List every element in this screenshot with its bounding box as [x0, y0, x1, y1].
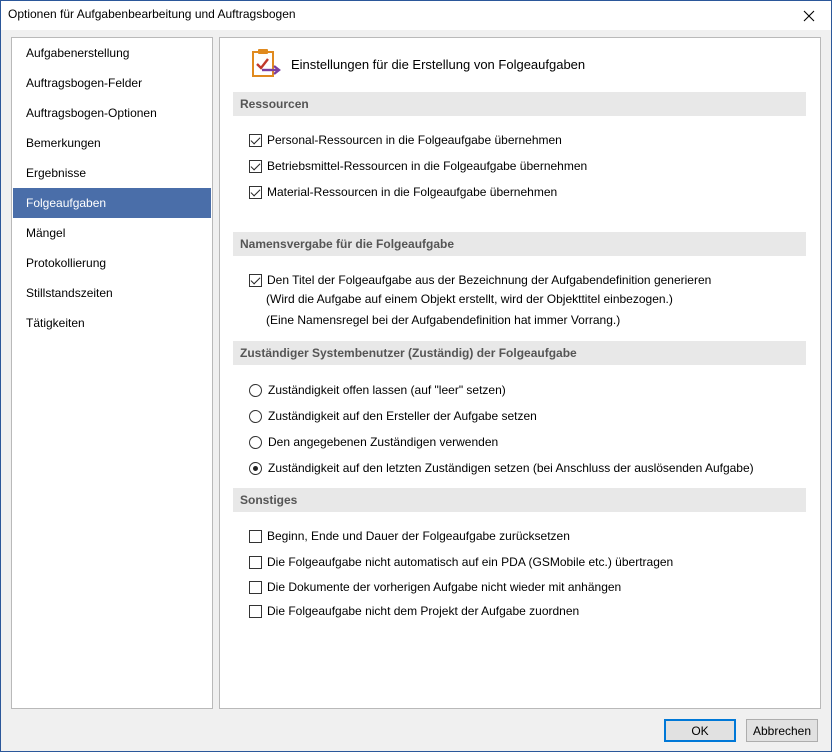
checkbox-checked[interactable] — [249, 273, 262, 287]
close-icon — [803, 10, 815, 21]
checkbox-betriebsmittel-ressourcen[interactable]: Betriebsmittel-Ressourcen in die Folgeau… — [249, 157, 587, 175]
sidebar-item-label: Ergebnisse — [26, 166, 87, 180]
checkbox-pda-uebertragen[interactable]: Die Folgeaufgabe nicht automatisch auf e… — [249, 553, 673, 571]
sidebar-item-maengel[interactable]: Mängel — [13, 218, 211, 248]
section-sonstiges: Sonstiges — [233, 488, 806, 512]
close-button[interactable] — [787, 1, 831, 30]
sidebar-item-folgeaufgaben[interactable]: Folgeaufgaben — [13, 188, 211, 218]
page-title: Einstellungen für die Erstellung von Fol… — [291, 57, 586, 72]
checkbox-checked[interactable] — [249, 133, 262, 147]
sidebar-item-label: Folgeaufgaben — [26, 196, 107, 210]
radio-zustaendigkeit-ersteller[interactable]: Zuständigkeit auf den Ersteller der Aufg… — [249, 407, 537, 425]
settings-panel: Einstellungen für die Erstellung von Fol… — [219, 37, 821, 709]
hint-objekttitel: (Wird die Aufgabe auf einem Objekt erste… — [266, 292, 673, 306]
radio-angegebener-zustaendiger[interactable]: Den angegebenen Zuständigen verwenden — [249, 433, 498, 451]
sidebar-item-stillstandszeiten[interactable]: Stillstandszeiten — [13, 278, 211, 308]
sidebar-item-auftragsbogen-felder[interactable]: Auftragsbogen-Felder — [13, 68, 211, 98]
checkbox-label: Die Folgeaufgabe nicht automatisch auf e… — [267, 555, 674, 569]
radio-label: Den angegebenen Zuständigen verwenden — [268, 435, 499, 449]
checkbox-unchecked[interactable] — [249, 529, 262, 543]
sidebar-item-label: Auftragsbogen-Optionen — [26, 106, 157, 120]
radio-label: Zuständigkeit auf den letzten Zuständige… — [268, 461, 754, 475]
category-list: Aufgabenerstellung Auftragsbogen-Felder … — [11, 37, 213, 709]
section-namensvergabe: Namensvergabe für die Folgeaufgabe — [233, 232, 806, 256]
sidebar-item-label: Aufgabenerstellung — [26, 46, 130, 60]
options-dialog: Optionen für Aufgabenbearbeitung und Auf… — [0, 0, 832, 752]
checkbox-label: Die Folgeaufgabe nicht dem Projekt der A… — [267, 604, 580, 618]
cancel-button[interactable]: Abbrechen — [746, 719, 818, 742]
radio-zustaendigkeit-offen[interactable]: Zuständigkeit offen lassen (auf "leer" s… — [249, 381, 506, 399]
checkbox-unchecked[interactable] — [249, 555, 262, 569]
checkbox-dokumente-anhaengen[interactable]: Die Dokumente der vorherigen Aufgabe nic… — [249, 578, 621, 596]
sidebar-item-ergebnisse[interactable]: Ergebnisse — [13, 158, 211, 188]
checkbox-label: Material-Ressourcen in die Folgeaufgabe … — [267, 185, 558, 199]
radio-button[interactable] — [249, 435, 262, 449]
sidebar-item-label: Stillstandszeiten — [26, 286, 113, 300]
window-title: Optionen für Aufgabenbearbeitung und Auf… — [8, 7, 296, 21]
sidebar-item-label: Mängel — [26, 226, 66, 240]
sidebar-item-protokollierung[interactable]: Protokollierung — [13, 248, 211, 278]
ok-button[interactable]: OK — [664, 719, 736, 742]
sidebar-item-aufgabenerstellung[interactable]: Aufgabenerstellung — [13, 38, 211, 68]
radio-letzter-zustaendiger[interactable]: Zuständigkeit auf den letzten Zuständige… — [249, 459, 754, 477]
sidebar-item-label: Protokollierung — [26, 256, 107, 270]
title-bar: Optionen für Aufgabenbearbeitung und Auf… — [1, 1, 831, 30]
checkbox-label: Beginn, Ende und Dauer der Folgeaufgabe … — [267, 529, 570, 543]
section-zustaendig: Zuständiger Systembenutzer (Zuständig) d… — [233, 341, 806, 365]
radio-button[interactable] — [249, 383, 262, 397]
radio-button[interactable] — [249, 409, 262, 423]
checkbox-label: Personal-Ressourcen in die Folgeaufgabe … — [267, 133, 562, 147]
sidebar-item-taetigkeiten[interactable]: Tätigkeiten — [13, 308, 211, 338]
checkbox-projekt-zuordnen[interactable]: Die Folgeaufgabe nicht dem Projekt der A… — [249, 602, 579, 620]
checkbox-label: Betriebsmittel-Ressourcen in die Folgeau… — [267, 159, 588, 173]
sidebar-item-label: Tätigkeiten — [26, 316, 85, 330]
checkbox-checked[interactable] — [249, 185, 262, 199]
checkbox-checked[interactable] — [249, 159, 262, 173]
checkbox-zeiten-zuruecksetzen[interactable]: Beginn, Ende und Dauer der Folgeaufgabe … — [249, 527, 570, 545]
sidebar-item-auftragsbogen-optionen[interactable]: Auftragsbogen-Optionen — [13, 98, 211, 128]
checkbox-label: Den Titel der Folgeaufgabe aus der Bezei… — [267, 273, 712, 287]
radio-label: Zuständigkeit offen lassen (auf "leer" s… — [268, 383, 506, 397]
checkbox-label: Die Dokumente der vorherigen Aufgabe nic… — [267, 580, 622, 594]
section-ressourcen: Ressourcen — [233, 92, 806, 116]
checkbox-personal-ressourcen[interactable]: Personal-Ressourcen in die Folgeaufgabe … — [249, 131, 562, 149]
checkbox-unchecked[interactable] — [249, 580, 262, 594]
checkbox-material-ressourcen[interactable]: Material-Ressourcen in die Folgeaufgabe … — [249, 183, 557, 201]
radio-label: Zuständigkeit auf den Ersteller der Aufg… — [268, 409, 537, 423]
checkbox-unchecked[interactable] — [249, 604, 262, 618]
sidebar-item-bemerkungen[interactable]: Bemerkungen — [13, 128, 211, 158]
sidebar-item-label: Auftragsbogen-Felder — [26, 76, 143, 90]
checkbox-titel-generieren[interactable]: Den Titel der Folgeaufgabe aus der Bezei… — [249, 271, 711, 289]
hint-namensregel: (Eine Namensregel bei der Aufgabendefini… — [266, 313, 621, 327]
clipboard-check-arrow-icon — [252, 49, 281, 77]
sidebar-item-label: Bemerkungen — [26, 136, 101, 150]
radio-button-selected[interactable] — [249, 461, 262, 475]
